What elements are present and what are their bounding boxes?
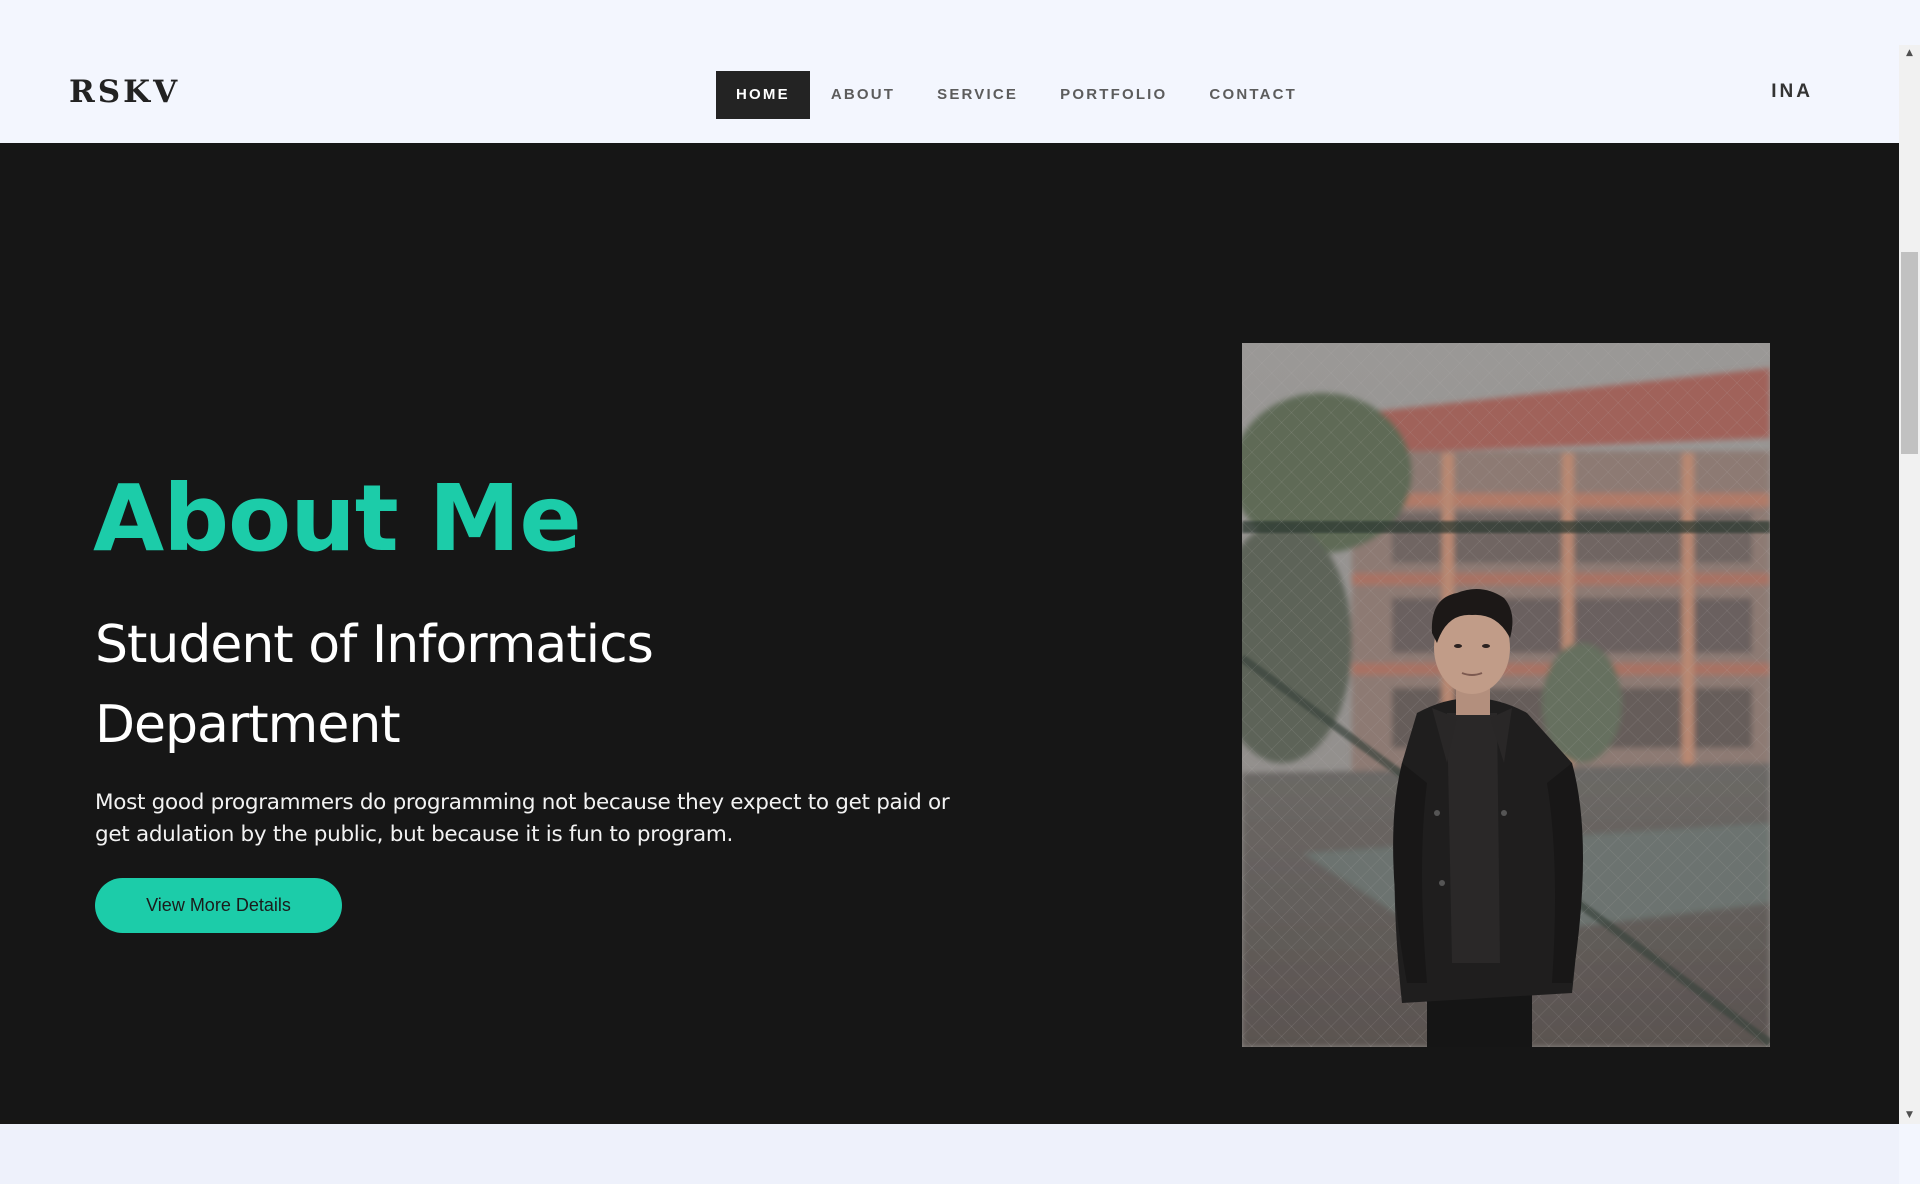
scroll-up-arrow-icon[interactable]: ▲ (1899, 45, 1920, 62)
page-scrollbar[interactable]: ▲ ▼ (1899, 45, 1920, 1124)
site-header: RSKV HOME ABOUT SERVICE PORTFOLIO CONTAC… (0, 45, 1899, 143)
hero-description: Most good programmers do programming not… (95, 790, 950, 847)
nav-item-contact[interactable]: CONTACT (1188, 71, 1318, 119)
scrollbar-thumb[interactable] (1901, 252, 1918, 454)
main-nav: HOME ABOUT SERVICE PORTFOLIO CONTACT (716, 71, 1318, 119)
nav-item-service[interactable]: SERVICE (916, 71, 1039, 119)
site-logo[interactable]: RSKV (69, 74, 180, 110)
nav-item-about[interactable]: ABOUT (810, 71, 916, 119)
nav-item-portfolio[interactable]: PORTFOLIO (1039, 71, 1188, 119)
nav-item-home[interactable]: HOME (716, 71, 810, 119)
hero-title: About Me (93, 465, 582, 572)
view-more-details-button[interactable]: View More Details (95, 878, 342, 933)
profile-photo (1242, 343, 1770, 1047)
hero-subtitle: Student of Informatics Department (95, 615, 654, 755)
language-switch[interactable]: INA (1771, 81, 1813, 103)
page: RSKV HOME ABOUT SERVICE PORTFOLIO CONTAC… (0, 0, 1920, 1184)
hero-section: About Me Student of Informatics Departme… (0, 143, 1899, 1124)
next-section-preview (0, 1124, 1899, 1184)
scroll-down-arrow-icon[interactable]: ▼ (1899, 1107, 1920, 1124)
profile-photo-image (1242, 343, 1770, 1047)
